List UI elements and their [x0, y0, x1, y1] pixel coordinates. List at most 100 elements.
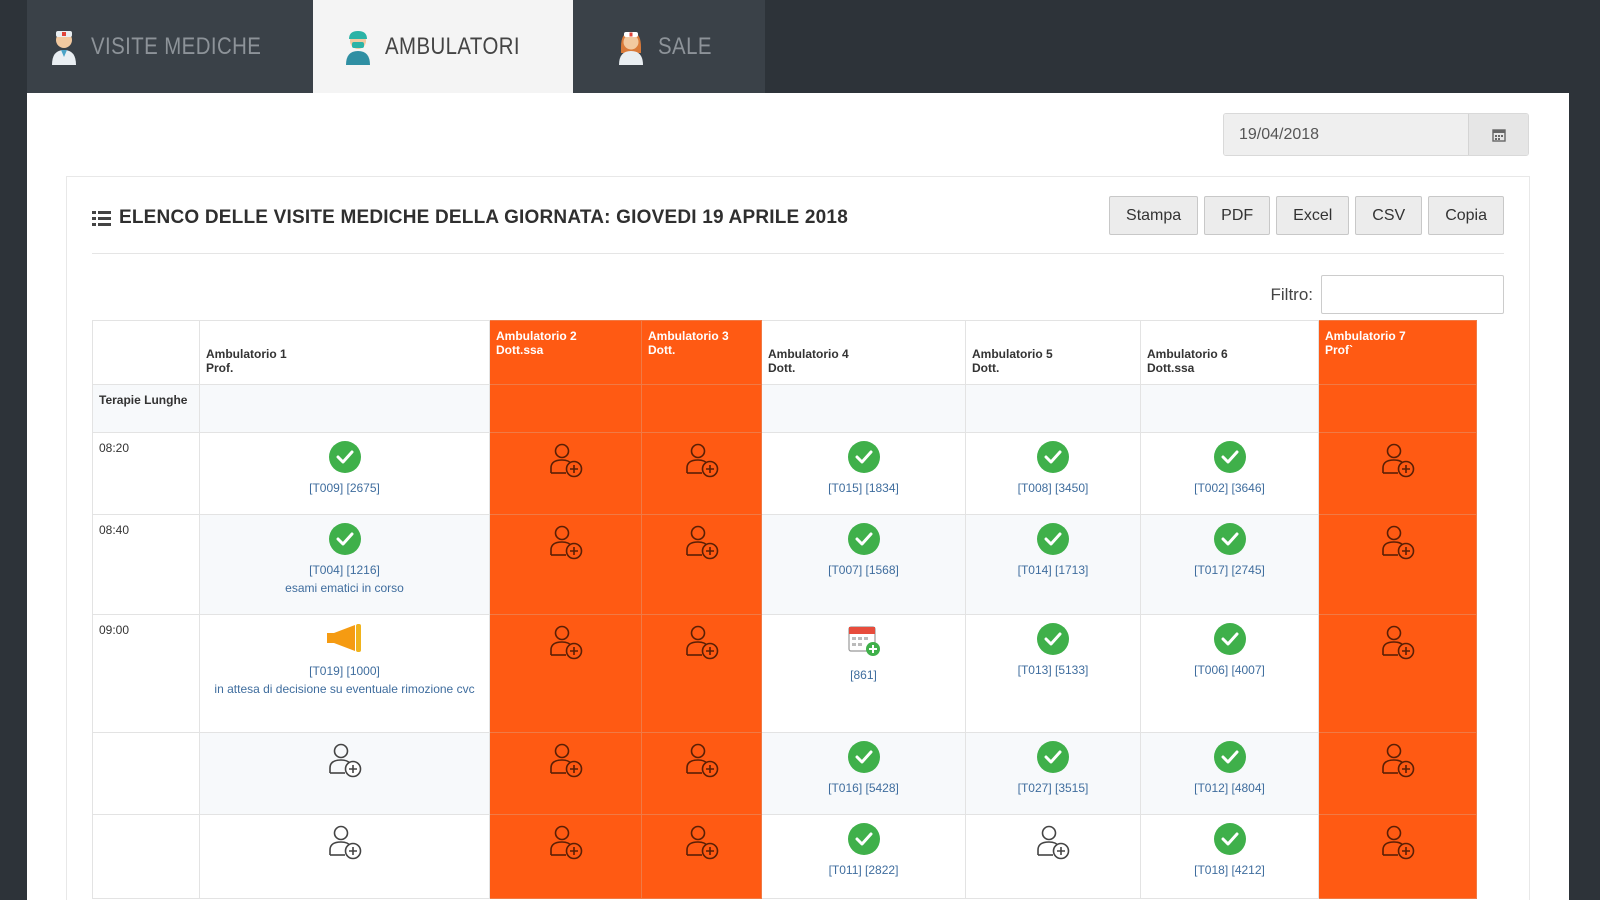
tab-visite-mediche[interactable]: VISITE MEDICHE: [27, 0, 313, 93]
slot-cell[interactable]: [T008] [3450]: [965, 432, 1141, 515]
slot-cell[interactable]: [489, 814, 642, 899]
patient-code[interactable]: [T016] [5428]: [762, 779, 965, 797]
patient-code[interactable]: [T019] [1000]: [200, 662, 489, 680]
slot-cell[interactable]: [199, 814, 490, 899]
slot-cell[interactable]: [T016] [5428]: [761, 732, 966, 815]
patient-code[interactable]: [T027] [3515]: [966, 779, 1140, 797]
megaphone-icon: [325, 623, 365, 656]
slot-cell[interactable]: [641, 514, 762, 615]
slot-cell[interactable]: [861]: [761, 614, 966, 733]
patient-code[interactable]: [861]: [762, 666, 965, 684]
add-user-icon[interactable]: [1379, 523, 1417, 564]
add-user-icon[interactable]: [683, 441, 721, 482]
add-user-icon[interactable]: [1379, 823, 1417, 864]
patient-code[interactable]: [T017] [2745]: [1141, 561, 1318, 579]
add-user-icon[interactable]: [683, 823, 721, 864]
slot-cell[interactable]: [1318, 432, 1477, 515]
terapie-cell: [1140, 384, 1319, 433]
patient-code[interactable]: [T011] [2822]: [762, 861, 965, 879]
patient-code[interactable]: [T014] [1713]: [966, 561, 1140, 579]
slot-cell[interactable]: [T004] [1216] esami ematici in corso: [199, 514, 490, 615]
patient-code[interactable]: [T015] [1834]: [762, 479, 965, 497]
add-user-icon[interactable]: [1379, 441, 1417, 482]
slot-cell[interactable]: [641, 732, 762, 815]
calendar-button[interactable]: [1468, 114, 1528, 155]
slot-cell[interactable]: [T002] [3646]: [1140, 432, 1319, 515]
add-user-icon[interactable]: [547, 623, 585, 664]
patient-code[interactable]: [T018] [4212]: [1141, 861, 1318, 879]
slot-cell[interactable]: [641, 432, 762, 515]
add-user-icon[interactable]: [326, 741, 364, 782]
slot-cell[interactable]: [1318, 614, 1477, 733]
doctor-title: Dott.ssa: [1147, 361, 1195, 375]
slot-cell[interactable]: [1318, 814, 1477, 899]
print-button[interactable]: Stampa: [1109, 196, 1199, 235]
slot-cell[interactable]: [641, 814, 762, 899]
add-user-icon[interactable]: [547, 523, 585, 564]
add-user-icon[interactable]: [326, 823, 364, 864]
slot-cell[interactable]: [T014] [1713]: [965, 514, 1141, 615]
add-user-icon[interactable]: [1034, 823, 1072, 864]
tab-label: VISITE MEDICHE: [90, 32, 262, 60]
terapie-cell: [199, 384, 490, 433]
ambulatorio-name: Ambulatorio 3: [648, 329, 729, 343]
add-user-icon[interactable]: [1379, 741, 1417, 782]
slot-cell[interactable]: [1318, 514, 1477, 615]
patient-code[interactable]: [T012] [4804]: [1141, 779, 1318, 797]
copy-button[interactable]: Copia: [1428, 196, 1504, 235]
slot-cell[interactable]: [T012] [4804]: [1140, 732, 1319, 815]
add-user-icon[interactable]: [683, 623, 721, 664]
slot-cell[interactable]: [641, 614, 762, 733]
slot-cell[interactable]: [489, 514, 642, 615]
terapie-cell: [965, 384, 1141, 433]
check-icon: [1037, 523, 1069, 555]
slot-cell[interactable]: [T009] [2675]: [199, 432, 490, 515]
pdf-button[interactable]: PDF: [1204, 196, 1271, 235]
slot-cell[interactable]: [T027] [3515]: [965, 732, 1141, 815]
patient-code[interactable]: [T002] [3646]: [1141, 479, 1318, 497]
patient-code[interactable]: [T004] [1216]: [200, 561, 489, 579]
patient-code[interactable]: [T009] [2675]: [200, 479, 489, 497]
add-user-icon[interactable]: [547, 823, 585, 864]
ambulatorio-name: Ambulatorio 7: [1325, 329, 1406, 343]
excel-button[interactable]: Excel: [1276, 196, 1350, 235]
patient-code[interactable]: [T008] [3450]: [966, 479, 1140, 497]
slot-cell[interactable]: [T006] [4007]: [1140, 614, 1319, 733]
export-toolbar: Stampa PDF Excel CSV Copia: [1109, 196, 1504, 235]
add-user-icon[interactable]: [547, 441, 585, 482]
date-input[interactable]: 19/04/2018: [1224, 114, 1468, 155]
slot-cell[interactable]: [489, 732, 642, 815]
add-user-icon[interactable]: [683, 741, 721, 782]
add-user-icon[interactable]: [547, 741, 585, 782]
tab-ambulatori[interactable]: AMBULATORI: [313, 0, 573, 93]
add-user-icon[interactable]: [1379, 623, 1417, 664]
calendar-icon: [1491, 128, 1506, 142]
add-user-icon[interactable]: [683, 523, 721, 564]
schedule-table: Ambulatorio 1 Prof. Ambulatorio 2 Dott.ssa A…: [92, 320, 1477, 899]
divider: [92, 253, 1504, 254]
slot-cell[interactable]: [T011] [2822]: [761, 814, 966, 899]
slot-cell[interactable]: [199, 732, 490, 815]
visits-card: ELENCO DELLE VISITE MEDICHE DELLA GIORNA…: [66, 176, 1530, 900]
slot-cell[interactable]: [T018] [4212]: [1140, 814, 1319, 899]
patient-code[interactable]: [T013] [5133]: [966, 661, 1140, 679]
slot-cell[interactable]: [T017] [2745]: [1140, 514, 1319, 615]
slot-cell[interactable]: [T013] [5133]: [965, 614, 1141, 733]
filter-input[interactable]: [1321, 275, 1504, 314]
time-slot: 08:40: [92, 514, 200, 615]
doctor-avatar-icon: [49, 29, 79, 65]
slot-cell[interactable]: [489, 432, 642, 515]
slot-cell[interactable]: [1318, 732, 1477, 815]
tab-sale[interactable]: SALE: [573, 0, 765, 93]
csv-button[interactable]: CSV: [1355, 196, 1423, 235]
calendar-add-icon[interactable]: [846, 623, 882, 660]
check-icon: [1213, 623, 1246, 655]
slot-cell[interactable]: [965, 814, 1141, 899]
slot-cell[interactable]: [T015] [1834]: [761, 432, 966, 515]
patient-code[interactable]: [T007] [1568]: [762, 561, 965, 579]
slot-cell[interactable]: [T007] [1568]: [761, 514, 966, 615]
slot-cell[interactable]: [T019] [1000] in attesa di decisione su e…: [199, 614, 490, 733]
slot-cell[interactable]: [489, 614, 642, 733]
time-slot: 08:20: [92, 432, 200, 515]
column-header-2: Ambulatorio 2 Dott.ssa: [489, 320, 642, 385]
